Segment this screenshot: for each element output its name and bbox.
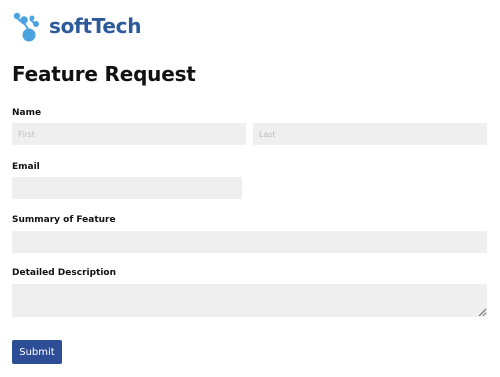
first-name-input[interactable]: [12, 123, 246, 145]
description-textarea[interactable]: [12, 284, 487, 317]
email-field[interactable]: [12, 177, 242, 199]
feature-request-page: softTech Feature Request Name Email Summ…: [0, 0, 500, 377]
tech-bubbles-logo-icon: [12, 10, 46, 44]
name-label: Name: [12, 108, 42, 118]
summary-label: Summary of Feature: [12, 215, 116, 225]
page-title: Feature Request: [12, 62, 196, 86]
email-label: Email: [12, 162, 40, 172]
brand-logo[interactable]: softTech: [12, 10, 141, 44]
description-label: Detailed Description: [12, 268, 117, 278]
brand-name: softTech: [49, 14, 142, 38]
summary-input[interactable]: [12, 231, 487, 253]
last-name-input[interactable]: [253, 123, 487, 145]
submit-button[interactable]: Submit: [12, 340, 62, 364]
